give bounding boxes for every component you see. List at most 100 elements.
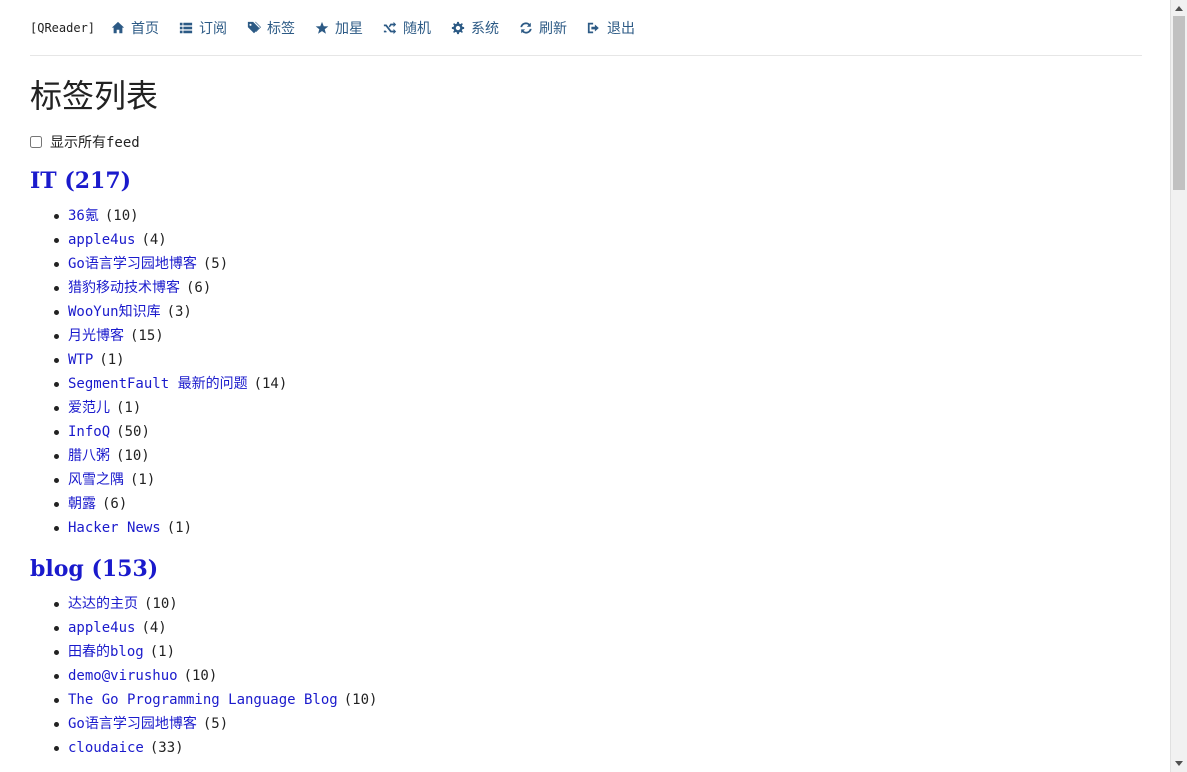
brand-label: [QReader] — [30, 20, 96, 35]
feed-count: (1) — [130, 472, 156, 488]
list-item: 爱范儿 (1) — [50, 396, 1142, 420]
list-item: Go语言学习园地博客 (5) — [50, 252, 1142, 276]
scrollbar-thumb[interactable] — [1173, 16, 1185, 190]
list-item: 达达的主页 (10) — [50, 592, 1142, 616]
refresh-icon — [520, 21, 532, 34]
page-title: 标签列表 — [30, 77, 159, 115]
feed-count: (6) — [102, 496, 128, 512]
feed-link[interactable]: apple4us — [68, 620, 135, 636]
nav-refresh-label: 刷新 — [539, 20, 568, 37]
show-all-feeds-toggle[interactable]: 显示所有feed — [30, 132, 1142, 152]
nav-system[interactable]: 系统 — [451, 18, 499, 38]
feed-link[interactable]: 猎豹移动技术博客 — [68, 280, 180, 296]
list-item: The Go Programming Language Blog (10) — [50, 688, 1142, 712]
feed-link[interactable]: WooYun知识库 — [68, 304, 161, 320]
nav-system-label: 系统 — [471, 20, 500, 37]
feed-count: (1) — [116, 400, 142, 416]
list-item: 36氪 (10) — [50, 204, 1142, 228]
list-item: WooYun知识库 (3) — [50, 300, 1142, 324]
nav-tags-label: 标签 — [267, 20, 296, 37]
list-item: 朝露 (6) — [50, 492, 1142, 516]
feed-link[interactable]: 田春的blog — [68, 644, 144, 660]
feed-count: (1) — [149, 644, 176, 660]
list-item: 风雪之隅 (1) — [50, 468, 1142, 492]
show-all-feeds-checkbox[interactable] — [30, 136, 42, 148]
top-navbar: [QReader] 首页 订阅 标签 加星 随机 系统 刷新 退出 — [30, 0, 1142, 56]
list-item: 月光博客 (15) — [50, 324, 1142, 348]
random-icon — [383, 21, 397, 34]
star-icon — [315, 21, 329, 34]
list-item: 腊八粥 (10) — [50, 444, 1142, 468]
feed-count: (15) — [130, 328, 164, 344]
scroll-down-arrow-icon[interactable] — [1171, 756, 1187, 772]
nav-logout[interactable]: 退出 — [587, 18, 635, 38]
feed-count: (10) — [116, 448, 150, 464]
list-item: Go语言学习园地博客 (5) — [50, 712, 1142, 736]
list-item: 田春的blog (1) — [50, 640, 1142, 664]
feed-count: (10) — [183, 668, 218, 684]
feed-link[interactable]: InfoQ — [68, 424, 110, 440]
list-item: SegmentFault 最新的问题 (14) — [50, 372, 1142, 396]
nav-subscriptions-label: 订阅 — [199, 20, 228, 37]
list-item: 猎豹移动技术博客 (6) — [50, 276, 1142, 300]
nav-starred-label: 加星 — [335, 20, 364, 37]
nav-refresh[interactable]: 刷新 — [519, 18, 567, 38]
sign-out-icon — [587, 22, 599, 33]
feed-link[interactable]: 风雪之隅 — [68, 472, 124, 488]
list-item: InfoQ (50) — [50, 420, 1142, 444]
tag-heading-blog[interactable]: blog (153) — [30, 554, 1142, 584]
list-item: cloudaice (33) — [50, 736, 1142, 760]
show-all-feeds-label: 显示所有feed — [50, 135, 140, 151]
nav-tags[interactable]: 标签 — [247, 18, 295, 38]
nav-starred[interactable]: 加星 — [315, 18, 363, 38]
feed-link[interactable]: 腊八粥 — [68, 448, 110, 464]
home-icon — [111, 21, 125, 33]
feed-link[interactable]: WTP — [68, 352, 93, 368]
nav-random-label: 随机 — [403, 20, 432, 37]
feed-count: (1) — [166, 520, 193, 536]
feed-link[interactable]: Hacker News — [68, 520, 161, 536]
feed-count: (4) — [141, 232, 167, 248]
feed-count: (10) — [343, 692, 378, 708]
list-item: demo@virushuo (10) — [50, 664, 1142, 688]
nav-home[interactable]: 首页 — [111, 18, 159, 38]
feed-link[interactable]: demo@virushuo — [68, 668, 178, 684]
feed-link[interactable]: 朝露 — [68, 496, 96, 512]
feed-count: (3) — [166, 304, 192, 320]
list-item: Hacker News (1) — [50, 516, 1142, 540]
feed-link[interactable]: 达达的主页 — [68, 596, 138, 612]
nav-logout-label: 退出 — [607, 20, 636, 37]
scroll-up-arrow-icon[interactable] — [1171, 0, 1187, 16]
feed-count: (5) — [202, 256, 229, 272]
feed-count: (14) — [253, 376, 288, 392]
feed-count: (1) — [99, 352, 125, 368]
page-container: [QReader] 首页 订阅 标签 加星 随机 系统 刷新 退出 标签列表 显… — [30, 0, 1142, 760]
feed-count: (10) — [104, 208, 139, 224]
feed-link[interactable]: cloudaice — [68, 740, 144, 756]
tags-icon — [247, 21, 262, 33]
list-item: apple4us (4) — [50, 228, 1142, 252]
feed-link[interactable]: Go语言学习园地博客 — [68, 256, 197, 272]
feed-link[interactable]: SegmentFault 最新的问题 — [68, 376, 248, 392]
feed-link[interactable]: 爱范儿 — [68, 400, 110, 416]
nav-subscriptions[interactable]: 订阅 — [179, 18, 227, 38]
feed-link[interactable]: The Go Programming Language Blog — [68, 692, 338, 708]
nav-random[interactable]: 随机 — [383, 18, 431, 38]
tag-feed-list-it: 36氪 (10) apple4us (4) Go语言学习园地博客 (5) 猎豹移动技术… — [30, 204, 1142, 540]
feed-count: (10) — [144, 596, 178, 612]
feed-link[interactable]: apple4us — [68, 232, 135, 248]
feed-count: (33) — [149, 740, 184, 756]
feed-link[interactable]: Go语言学习园地博客 — [68, 716, 197, 732]
feed-count: (6) — [186, 280, 212, 296]
nav-home-label: 首页 — [131, 20, 160, 37]
tag-feed-list-blog: 达达的主页 (10) apple4us (4) 田春的blog (1) demo@vi… — [30, 592, 1142, 760]
feed-link[interactable]: 月光博客 — [68, 328, 124, 344]
vertical-scrollbar[interactable] — [1170, 0, 1187, 772]
list-icon — [179, 22, 193, 33]
feed-link[interactable]: 36氪 — [68, 208, 99, 224]
tag-heading-it[interactable]: IT (217) — [30, 166, 1142, 196]
gear-icon — [451, 21, 465, 34]
feed-count: (5) — [202, 716, 229, 732]
feed-count: (4) — [141, 620, 167, 636]
list-item: apple4us (4) — [50, 616, 1142, 640]
